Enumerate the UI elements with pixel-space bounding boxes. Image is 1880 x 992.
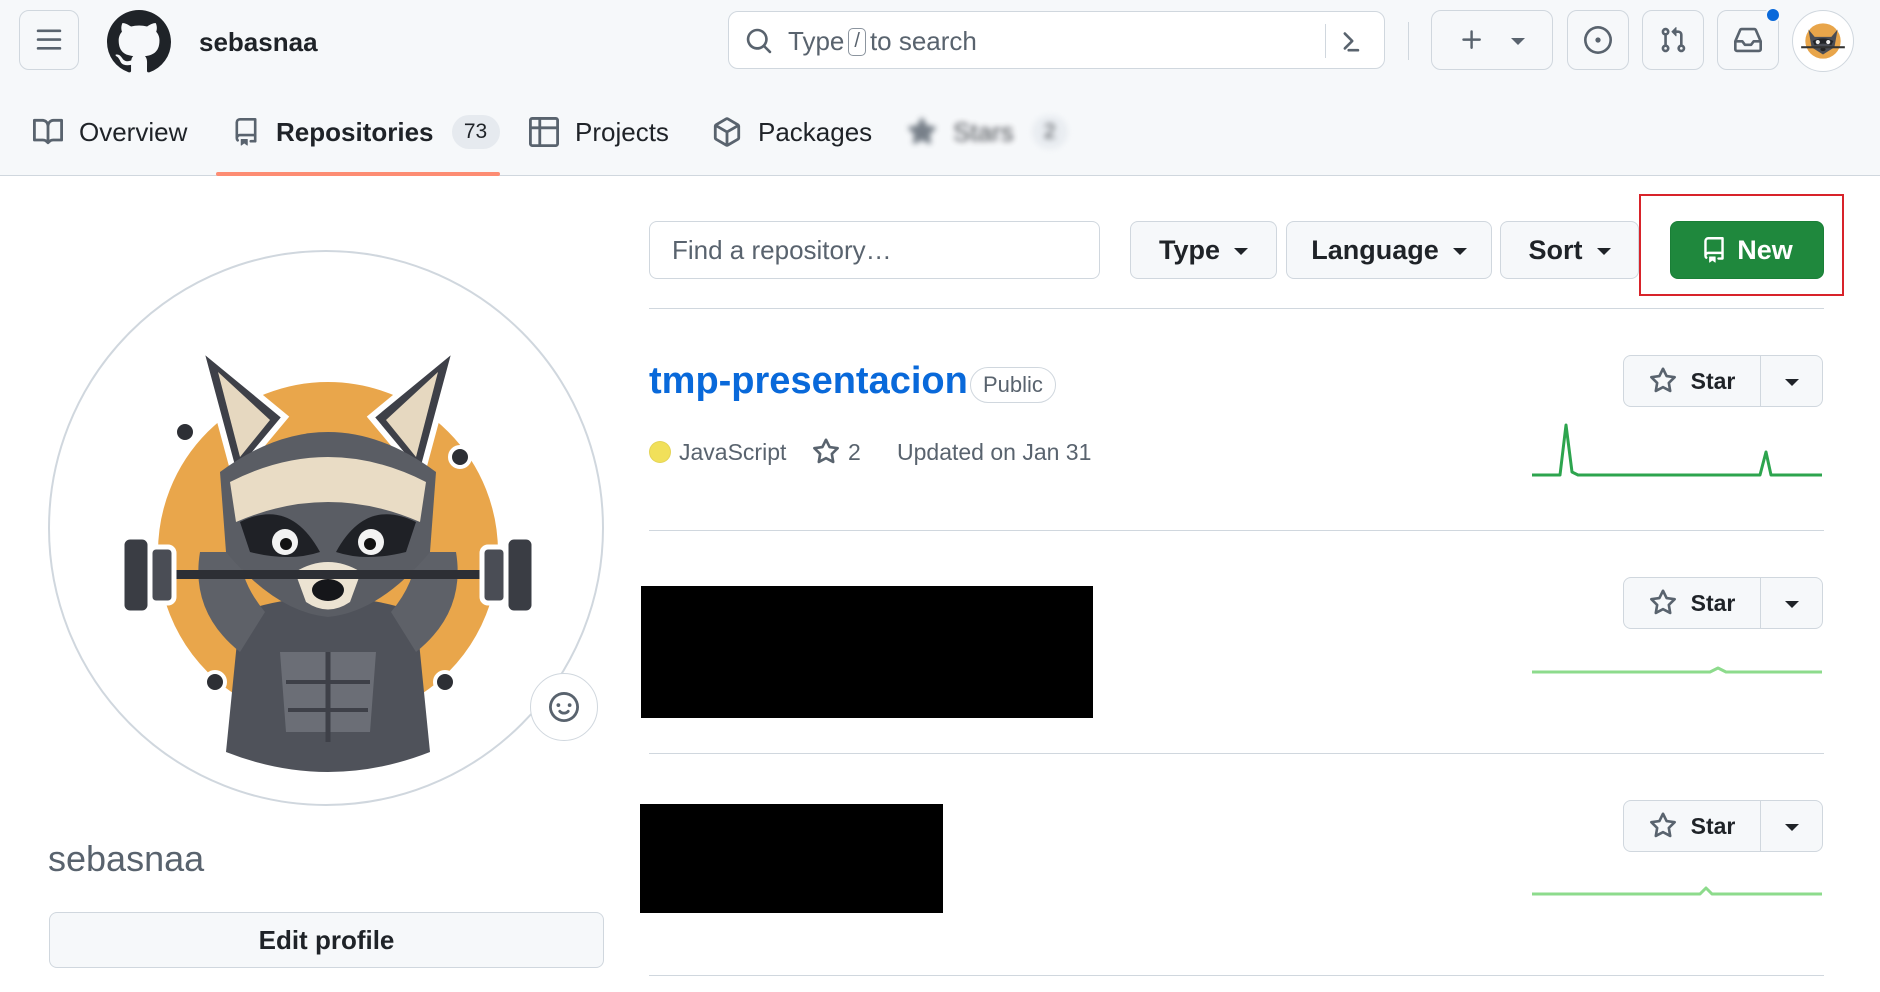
star-icon [813,438,839,464]
tab-packages[interactable]: Packages [712,108,872,156]
sort-label: Sort [1528,234,1583,265]
smiley-icon [549,692,579,722]
tab-stars[interactable]: Stars 2 [907,108,1068,156]
profile-username: sebasnaa [48,838,205,879]
plus-icon [1462,30,1481,49]
search-divider [1325,24,1326,58]
search-hint-prefix: Type [788,26,845,56]
caret-down-icon [1784,600,1799,608]
repo-icon [1704,237,1724,263]
book-icon [33,118,63,145]
star-button-label: Star [1690,367,1736,394]
star-button-label: Star [1690,589,1736,616]
search-icon [746,28,772,54]
star-count: 2 [848,438,861,465]
header-username[interactable]: sebasnaa [199,27,318,58]
repositories-count-badge: 73 [451,115,500,149]
star-lists-dropdown[interactable] [1761,578,1822,628]
issue-opened-icon [1584,26,1612,54]
star-button-group: Star [1623,355,1823,407]
redacted-block [641,586,1093,718]
star-button-group: Star [1623,800,1823,852]
header-separator [1408,22,1409,60]
language-label: JavaScript [679,438,787,465]
profile-avatar [48,250,604,806]
pull-requests-button[interactable] [1642,10,1704,70]
repo-stargazers-link[interactable]: 2 [812,437,861,467]
issues-button[interactable] [1567,10,1629,70]
set-status-button[interactable] [530,673,598,741]
list-divider [649,975,1824,976]
notification-dot [1765,7,1781,23]
stars-count-badge: 2 [1031,115,1068,149]
tab-stars-label: Stars [953,116,1014,147]
tab-repositories[interactable]: Repositories 73 [232,108,500,156]
search-shortcut-key: / [848,27,866,56]
type-filter-label: Type [1158,234,1220,265]
search-input[interactable]: Type / to search [728,11,1385,69]
activity-sparkline [1532,886,1822,896]
star-lists-dropdown[interactable] [1761,801,1822,851]
menu-button[interactable] [19,10,79,70]
tab-overview-label: Overview [79,116,188,147]
search-hint: Type / to search [788,26,977,57]
updated-timestamp: Updated on Jan 31 [897,438,1092,465]
raccoon-weightlifter-illustration [119,338,537,772]
repo-name-link[interactable]: tmp-presentacion [649,360,968,403]
visibility-badge: Public [970,367,1056,403]
edit-profile-button[interactable]: Edit profile [49,912,604,968]
star-button-group: Star [1623,577,1823,629]
tab-packages-label: Packages [758,116,873,147]
command-palette-icon[interactable] [1340,27,1368,55]
language-filter-button[interactable]: Language [1286,221,1492,279]
inbox-icon [1734,27,1762,53]
star-button[interactable]: Star [1624,801,1761,851]
raccoon-avatar-icon [1801,23,1845,59]
repo-icon [235,118,257,146]
activity-sparkline [1532,423,1822,477]
github-logo-icon[interactable] [107,10,171,74]
star-button[interactable]: Star [1624,356,1761,406]
caret-down-icon [1452,248,1467,255]
star-icon [1649,589,1676,615]
star-icon [908,117,936,145]
redacted-block [640,804,943,913]
list-divider [649,308,1824,309]
header-avatar[interactable] [1792,10,1854,72]
tab-projects[interactable]: Projects [529,108,669,156]
repo-language: JavaScript [649,437,786,467]
caret-down-icon [1784,823,1799,831]
search-hint-suffix: to search [869,26,977,56]
global-header: sebasnaa Type / to search Overview Repos… [0,0,1880,176]
list-divider [649,530,1824,531]
new-button-label: New [1737,234,1793,265]
table-icon [529,117,559,147]
find-repository-input[interactable] [649,221,1100,279]
chevron-down-icon [1511,38,1525,45]
caret-down-icon [1234,248,1248,255]
star-button[interactable]: Star [1624,578,1761,628]
tab-projects-label: Projects [575,116,669,147]
language-color-dot [649,441,671,463]
list-divider [649,753,1824,754]
activity-sparkline [1532,666,1822,674]
sort-button[interactable]: Sort [1500,221,1639,279]
language-filter-label: Language [1311,234,1439,265]
star-icon [1649,812,1676,838]
new-repository-button[interactable]: New [1670,221,1824,279]
type-filter-button[interactable]: Type [1130,221,1277,279]
create-new-button[interactable] [1431,10,1553,70]
caret-down-icon [1596,248,1611,255]
star-lists-dropdown[interactable] [1761,356,1822,406]
tab-repositories-label: Repositories [276,116,434,147]
star-button-label: Star [1690,812,1736,839]
selected-tab-underline [216,172,500,176]
hamburger-icon [36,29,62,50]
tab-overview[interactable]: Overview [33,108,187,156]
git-pull-request-icon [1661,27,1686,53]
package-icon [713,117,741,147]
star-icon [1649,367,1676,393]
caret-down-icon [1784,378,1799,386]
